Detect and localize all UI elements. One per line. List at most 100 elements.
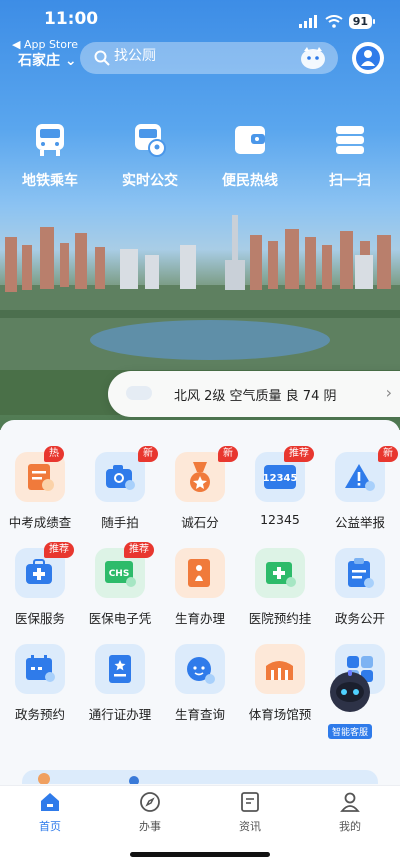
badge-recommended: 推荐 [124,542,154,558]
service-medical-e-card[interactable]: CHS 推荐 医保电子凭 [80,542,160,644]
service-snapshot[interactable]: 新 随手拍 [80,446,160,548]
badge-hot: 热 [44,446,64,462]
cloud-icon [126,386,152,400]
service-hospital-booking[interactable]: 医院预约挂 [240,548,320,644]
service-row: 推荐 医保服务 CHS 推荐 医保电子凭 生育办理 医院预约挂 政务公开 [0,542,400,644]
tab-services[interactable]: 办事 [100,790,200,834]
user-avatar-button[interactable] [352,42,384,74]
quick-link-label: 实时公交 [122,173,178,189]
service-label: 生育查询 [174,707,225,722]
scan-icon [336,126,364,154]
search-input[interactable] [114,48,284,64]
baby-face-icon [187,657,215,684]
tab-label: 办事 [139,820,161,833]
service-maternity-query[interactable]: 生育查询 [160,644,240,740]
warning-icon [345,464,375,491]
promo-illustration [38,773,139,784]
badge-new: 新 [218,446,238,462]
quick-link-label: 地铁乘车 [22,173,78,189]
wallet-icon [235,126,265,154]
tab-label: 我的 [339,820,361,833]
search-bar[interactable] [80,42,338,74]
service-label: 12345 [260,512,300,527]
city-selector[interactable]: 石家庄 ⌄ [18,50,77,70]
service-label: 通行证办理 [88,707,152,722]
tab-news[interactable]: 资讯 [200,790,300,834]
compass-icon [140,792,160,812]
quick-link-metro[interactable]: 地铁乘车 [0,120,100,190]
quick-link-label: 便民热线 [222,173,278,189]
service-label: 政务公开 [334,611,385,626]
chevron-right-icon: › [385,383,392,402]
service-stadium-booking[interactable]: 体育场馆预 [240,644,320,740]
medical-kit-icon [26,559,52,584]
chs-card-text: CHS [109,569,130,579]
badge-recommended: 推荐 [44,542,74,558]
home-indicator [130,852,270,857]
system-icons: 91 [298,14,376,29]
service-label: 医保电子凭 [88,611,152,626]
top-bar: 石家庄 ⌄ [0,42,400,74]
hero-banner: 11:00 91 ◀ App Store 石家庄 ⌄ 找公厕 地铁乘车 实时公交… [0,0,400,430]
badge-new: 新 [378,446,398,462]
service-pass-permit[interactable]: 通行证办理 [80,644,160,740]
service-12345[interactable]: 12345 推荐 12345 [240,446,320,548]
promo-banner[interactable] [22,770,378,784]
service-gov-appointment[interactable]: 政务预约 [0,644,80,740]
service-label: 政务预约 [14,707,65,722]
camera-icon [106,465,135,490]
chs-card-icon: CHS [105,561,136,587]
bus-location-icon [135,124,166,157]
tab-label: 资讯 [239,820,261,833]
maternity-doc-icon [188,559,210,587]
service-label: 医院预约挂 [248,611,312,626]
tab-label: 首页 [39,820,61,833]
city-label: 石家庄 [18,53,60,69]
service-public-report[interactable]: 新 公益举报 [320,446,400,548]
calendar-clock-icon [26,655,55,682]
medal-icon [190,462,210,492]
quick-link-hotline[interactable]: 便民热线 [200,120,300,190]
battery-indicator: 91 [348,14,376,29]
status-bar: 11:00 91 ◀ App Store [0,6,400,51]
service-label: 医保服务 [14,611,65,626]
service-medical-insurance[interactable]: 推荐 医保服务 [0,542,80,644]
service-label: 体育场馆预 [248,707,312,722]
service-label: 诚石分 [181,515,219,530]
service-label: 中考成绩查 [8,515,72,530]
signal-icon [298,15,317,28]
user-avatar-icon [356,46,380,70]
tab-home[interactable]: 首页 [0,790,100,834]
wifi-icon [325,15,343,28]
exam-certificate-icon [28,464,54,491]
news-icon [241,792,259,812]
clock: 11:00 [44,9,99,29]
search-icon [94,50,110,66]
mascot-icon[interactable] [300,46,326,70]
hotline-card-icon: 12345 [263,465,297,489]
tab-profile[interactable]: 我的 [300,790,400,834]
service-label: 公益举报 [334,515,385,530]
service-exam-results[interactable]: 热 中考成绩查 [0,446,80,548]
service-label: 生育办理 [174,611,225,626]
stadium-icon [266,661,293,680]
smart-assistant-button[interactable]: 智能客服 [322,668,378,739]
quick-links: 地铁乘车 实时公交 便民热线 扫一扫 [0,120,400,190]
clipboard-icon [348,558,374,588]
weather-text: 北风 2级 空气质量 良 74 阴 [174,389,337,404]
hospital-calendar-icon [266,562,296,587]
quick-link-label: 扫一扫 [329,173,371,189]
bus-icon [36,124,64,156]
service-credit-score[interactable]: 新 诚石分 [160,446,240,548]
badge-recommended: 推荐 [284,446,314,462]
quick-link-realtime-bus[interactable]: 实时公交 [100,120,200,190]
user-icon [340,792,360,812]
service-maternity[interactable]: 生育办理 [160,548,240,644]
service-row: 热 中考成绩查 新 随手拍 新 诚石分 12345 推荐 12345 新 公益举… [0,446,400,548]
quick-link-scan[interactable]: 扫一扫 [300,120,400,190]
hotline-card-text: 12345 [263,473,297,484]
pass-document-icon [109,655,131,683]
service-label: 随手拍 [101,515,139,530]
weather-banner[interactable]: 北风 2级 空气质量 良 74 阴 › [108,371,400,417]
service-gov-affairs-open[interactable]: 政务公开 [320,548,400,644]
